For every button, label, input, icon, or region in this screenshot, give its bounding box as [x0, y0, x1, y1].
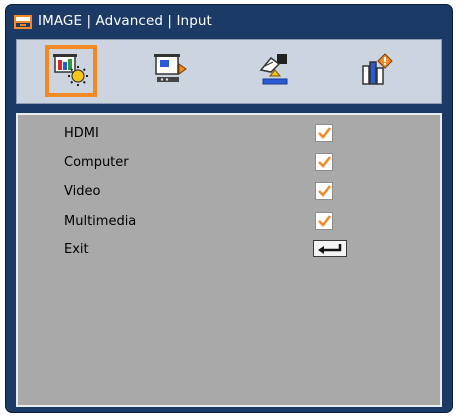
options-settings-icon [359, 52, 395, 90]
multimedia-label: Multimedia [64, 214, 137, 229]
tab-options[interactable] [351, 45, 403, 97]
menu-tabs [16, 39, 442, 104]
hdmi-checkbox[interactable] [315, 124, 333, 142]
checkmark-icon [318, 215, 331, 227]
menu-row-exit[interactable]: Exit [58, 239, 418, 261]
tab-image[interactable] [45, 45, 97, 97]
menu-row-computer[interactable]: Computer [58, 152, 418, 174]
menu-title: IMAGE | Advanced | Input [38, 13, 212, 29]
menu-row-multimedia[interactable]: Multimedia [58, 211, 418, 233]
computer-checkbox[interactable] [315, 153, 333, 171]
tab-display[interactable] [145, 45, 197, 97]
enter-arrow-icon [318, 244, 342, 254]
title-bar: IMAGE | Advanced | Input [12, 11, 442, 33]
computer-label: Computer [64, 155, 129, 170]
image-settings-icon [53, 52, 89, 90]
checkmark-icon [318, 127, 331, 139]
display-settings-icon [153, 52, 189, 90]
exit-label: Exit [64, 242, 89, 257]
menu-row-hdmi[interactable]: HDMI [58, 123, 418, 145]
osd-window: IMAGE | Advanced | Input HDMI Computer V… [5, 4, 453, 413]
multimedia-checkbox[interactable] [315, 212, 333, 230]
setup-settings-icon [257, 52, 293, 90]
video-checkbox[interactable] [315, 182, 333, 200]
projector-menu-icon [14, 14, 32, 29]
checkmark-icon [318, 185, 331, 197]
menu-row-video[interactable]: Video [58, 181, 418, 203]
hdmi-label: HDMI [64, 126, 99, 141]
video-label: Video [64, 184, 101, 199]
tab-setup[interactable] [249, 45, 301, 97]
input-settings-panel: HDMI Computer Video Multimedia Exit [16, 113, 442, 407]
enter-key-button[interactable] [313, 240, 347, 257]
checkmark-icon [318, 156, 331, 168]
